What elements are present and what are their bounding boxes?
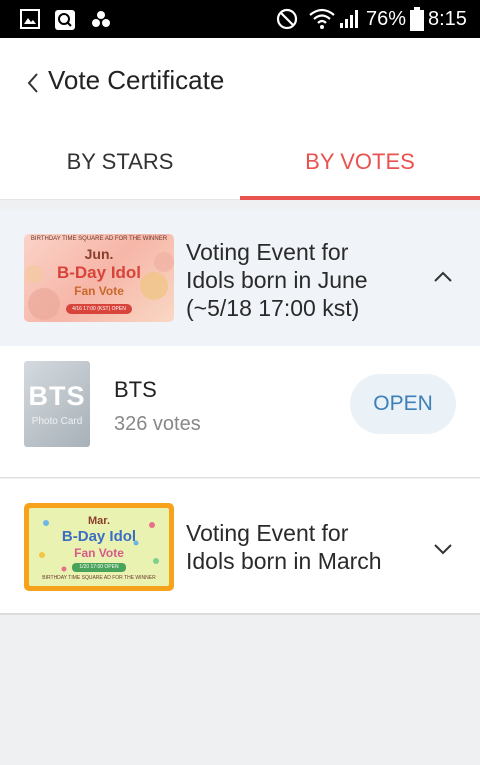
app-icon (90, 9, 112, 36)
clock: 8:15 (428, 8, 467, 30)
wifi-icon (309, 8, 335, 35)
active-tab-indicator (240, 196, 480, 200)
do-not-disturb-icon (276, 8, 298, 35)
thumb-line2: Fan Vote (74, 284, 124, 298)
image-icon (20, 9, 40, 34)
thumb-bottom-text: BIRTHDAY TIME SQUARE AD FOR THE WINNER (42, 575, 156, 581)
thumb-month: Jun. (84, 246, 114, 262)
tab-by-stars[interactable]: BY STARS (0, 130, 240, 200)
artist-name: BTS (114, 377, 157, 402)
event-thumbnail-march: Mar. B-Day Idol Fan Vote 1/20 17:00 OPEN… (24, 503, 174, 591)
event-title-march: Voting Event for Idols born in March (186, 520, 382, 574)
signal-icon (339, 9, 359, 34)
tab-bar: BY STARS BY VOTES (0, 130, 480, 200)
event-header-march[interactable]: Mar. B-Day Idol Fan Vote 1/20 17:00 OPEN… (0, 479, 480, 615)
chevron-up-icon[interactable] (433, 270, 453, 288)
thumb-pill: 1/20 17:00 OPEN (72, 563, 126, 572)
battery-icon (410, 7, 424, 36)
chevron-down-icon[interactable] (433, 542, 453, 560)
app-header: Vote Certificate (0, 38, 480, 130)
photo-card-thumbnail: BTS Photo Card (24, 361, 90, 447)
vote-count: 326 votes (114, 413, 201, 435)
thumb-line2: Fan Vote (74, 546, 124, 560)
vote-item-bts: BTS Photo Card BTS 326 votes OPEN (0, 346, 480, 478)
thumb-month: Mar. (87, 515, 110, 527)
thumb-line1: B-Day Idol (61, 528, 137, 545)
page-title: Vote Certificate (48, 65, 225, 95)
open-button[interactable]: OPEN (350, 374, 456, 434)
event-title-june: Voting Event for Idols born in June (~5/… (186, 239, 368, 321)
thumb-pill: 4/16 17:00 (KST) OPEN (66, 304, 132, 314)
message-icon (54, 9, 76, 36)
event-thumbnail-june: BIRTHDAY TIME SQUARE AD FOR THE WINNER J… (24, 234, 174, 322)
back-arrow-icon[interactable] (26, 72, 40, 99)
thumb-top-text: BIRTHDAY TIME SQUARE AD FOR THE WINNER (30, 236, 168, 242)
battery-percent: 76% (366, 8, 407, 30)
tab-by-votes[interactable]: BY VOTES (240, 130, 480, 200)
thumb-line1: B-Day Idol (56, 263, 142, 282)
event-header-june[interactable]: BIRTHDAY TIME SQUARE AD FOR THE WINNER J… (0, 210, 480, 346)
status-bar: 76% 8:15 (0, 0, 480, 38)
